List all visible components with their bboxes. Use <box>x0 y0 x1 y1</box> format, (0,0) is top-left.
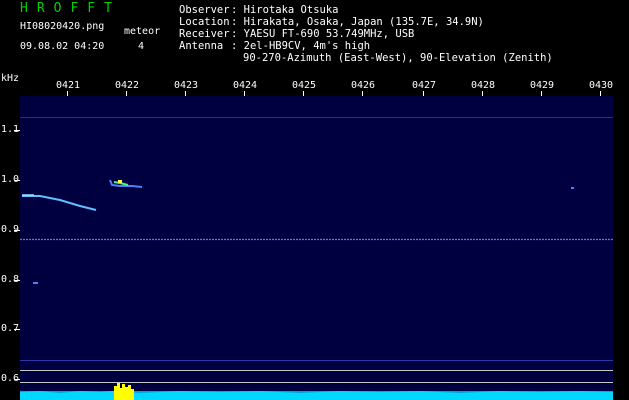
y-tick-marks <box>14 130 20 380</box>
meteor-echo-faint <box>571 187 574 189</box>
meteor-echo-cluster <box>109 179 143 188</box>
noise-burst-bar <box>114 386 117 400</box>
noise-burst-bar <box>125 387 128 400</box>
noise-burst-bar <box>122 384 125 400</box>
meteor-echo-cluster-peak <box>118 180 122 183</box>
spectrogram-overlay <box>14 91 613 400</box>
noise-burst-bar <box>131 389 134 400</box>
noise-burst-bar <box>128 385 131 400</box>
meteor-echo-faint <box>33 282 38 284</box>
noise-burst <box>114 383 134 400</box>
noise-floor-band <box>20 391 613 400</box>
noise-burst-bar <box>117 383 120 400</box>
meteor-echo-trail <box>22 195 97 211</box>
x-tick-marks <box>67 91 601 96</box>
noise-burst-bar <box>120 388 122 400</box>
